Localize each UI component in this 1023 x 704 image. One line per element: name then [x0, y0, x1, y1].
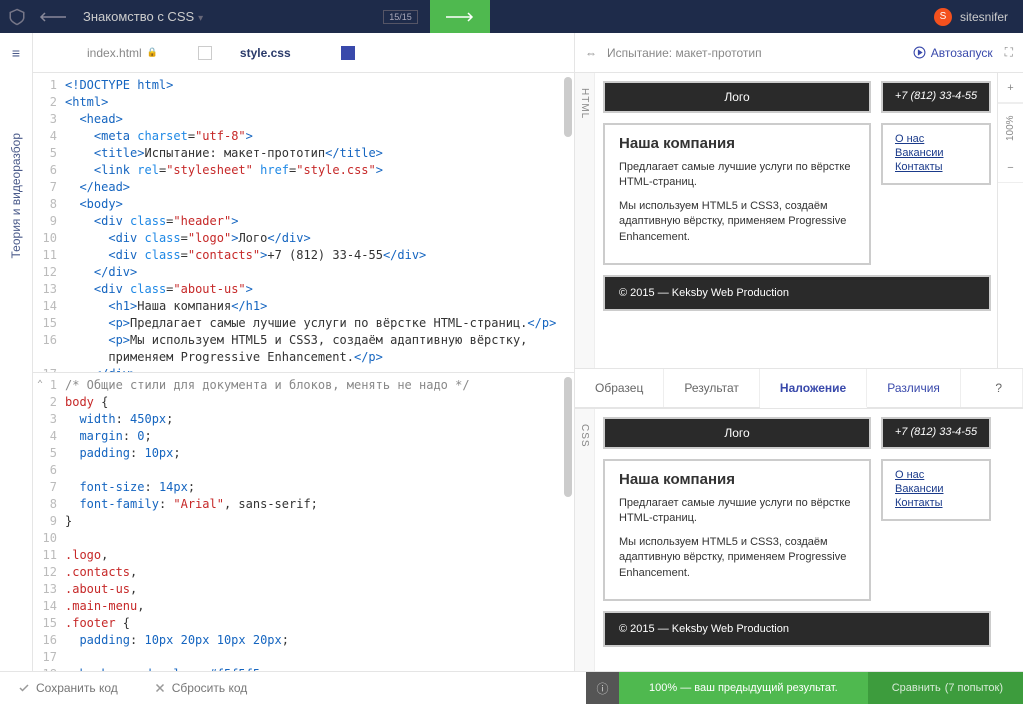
- editor-column: index.html🔒 style.css 123456789101112131…: [33, 33, 575, 671]
- gutter: 123456789101112131415161718192021: [33, 373, 65, 672]
- collapse-icon[interactable]: ⌃: [37, 376, 43, 393]
- save-button[interactable]: Сохранить код: [0, 672, 136, 704]
- mk-about: Наша компания Предлагает самые лучшие ус…: [603, 459, 871, 601]
- reset-button[interactable]: Сбросить код: [136, 672, 265, 704]
- info-icon[interactable]: ⓘ: [586, 672, 619, 704]
- preview-column: ⇔ Испытание: макет-прототип Автозапуск ⛶…: [575, 33, 1023, 671]
- mk-footer: © 2015 — Keksby Web Production: [603, 275, 991, 311]
- mk-footer: © 2015 — Keksby Web Production: [603, 611, 991, 647]
- top-bar: Знакомство с CSS▾ 15/15 S sitesnifer: [0, 0, 1023, 33]
- html-editor[interactable]: 12345678910111213141516 171819 <!DOCTYPE…: [33, 73, 574, 373]
- mockup-overlay: Лого +7 (812) 33-4-55 Наша компания Пред…: [603, 417, 991, 647]
- course-title[interactable]: Знакомство с CSS▾: [73, 9, 213, 24]
- css-side-label[interactable]: CSS: [575, 409, 595, 671]
- chevron-down-icon: ▾: [198, 13, 203, 24]
- result-label: 100% — ваш предыдущий результат.: [619, 672, 868, 704]
- expand-icon[interactable]: ⛶: [1005, 45, 1013, 60]
- logo-icon[interactable]: [0, 0, 33, 33]
- mk-about: Наша компания Предлагает самые лучшие ус…: [603, 123, 871, 265]
- code-content: /* Общие стили для документа и блоков, м…: [65, 373, 574, 672]
- preview-overlay-bottom: CSS Лого +7 (812) 33-4-55 Наша компания …: [575, 408, 1023, 671]
- menu-icon[interactable]: ≡: [12, 33, 20, 73]
- code-content: <!DOCTYPE html> <html> <head> <meta char…: [65, 73, 574, 372]
- zoom-rail: + 100% −: [997, 73, 1023, 368]
- username: sitesnifer: [960, 10, 1008, 24]
- tab-result[interactable]: Результат: [664, 369, 760, 407]
- split-icon[interactable]: [341, 46, 355, 60]
- split-icon[interactable]: [198, 46, 212, 60]
- mockup-preview: Лого +7 (812) 33-4-55 Наша компания Пред…: [603, 81, 991, 311]
- compare-button[interactable]: Сравнить(7 попыток): [868, 672, 1023, 704]
- preview-header: ⇔ Испытание: макет-прототип Автозапуск ⛶: [575, 33, 1023, 73]
- tab-diff[interactable]: Различия: [867, 369, 961, 407]
- mk-logo: Лого: [603, 417, 871, 449]
- autorun-button[interactable]: Автозапуск: [913, 46, 993, 60]
- scrollbar[interactable]: [564, 377, 572, 497]
- left-rail: ≡ Теория и видеоразбор: [0, 33, 33, 671]
- split-icon[interactable]: ⇔: [585, 46, 597, 60]
- progress-badge: 15/15: [383, 10, 418, 24]
- theory-tab[interactable]: Теория и видеоразбор: [9, 133, 23, 258]
- file-tabs: index.html🔒 style.css: [33, 33, 574, 73]
- mk-logo: Лого: [603, 81, 871, 113]
- mk-menu: О нас Вакансии Контакты: [881, 459, 991, 521]
- zoom-in-button[interactable]: +: [998, 73, 1023, 103]
- mk-phone: +7 (812) 33-4-55: [881, 81, 991, 113]
- mk-menu: О нас Вакансии Контакты: [881, 123, 991, 185]
- html-side-label[interactable]: HTML: [575, 73, 595, 368]
- preview-result-top: HTML + 100% − Лого +7 (812) 33-4-55 Наша…: [575, 73, 1023, 368]
- tab-sample[interactable]: Образец: [575, 369, 664, 407]
- zoom-out-button[interactable]: −: [998, 153, 1023, 183]
- mk-phone: +7 (812) 33-4-55: [881, 417, 991, 449]
- scrollbar[interactable]: [564, 77, 572, 137]
- gutter: 12345678910111213141516 171819: [33, 73, 65, 372]
- preview-tabs: Образец Результат Наложение Различия ?: [575, 368, 1023, 408]
- tab-index-html[interactable]: index.html🔒: [73, 33, 226, 73]
- preview-title: Испытание: макет-прототип: [607, 46, 913, 60]
- back-button[interactable]: [33, 0, 73, 33]
- css-editor[interactable]: ⌃ 123456789101112131415161718192021 /* О…: [33, 373, 574, 672]
- user-menu[interactable]: S sitesnifer: [919, 8, 1023, 26]
- next-button[interactable]: [430, 0, 490, 33]
- zoom-level: 100%: [998, 103, 1023, 153]
- tab-help[interactable]: ?: [975, 369, 1023, 407]
- lock-icon: 🔒: [147, 47, 158, 58]
- tab-style-css[interactable]: style.css: [226, 33, 369, 73]
- tab-overlay[interactable]: Наложение: [760, 369, 867, 408]
- avatar: S: [934, 8, 952, 26]
- footer-bar: Сохранить код Сбросить код ⓘ 100% — ваш …: [0, 671, 1023, 704]
